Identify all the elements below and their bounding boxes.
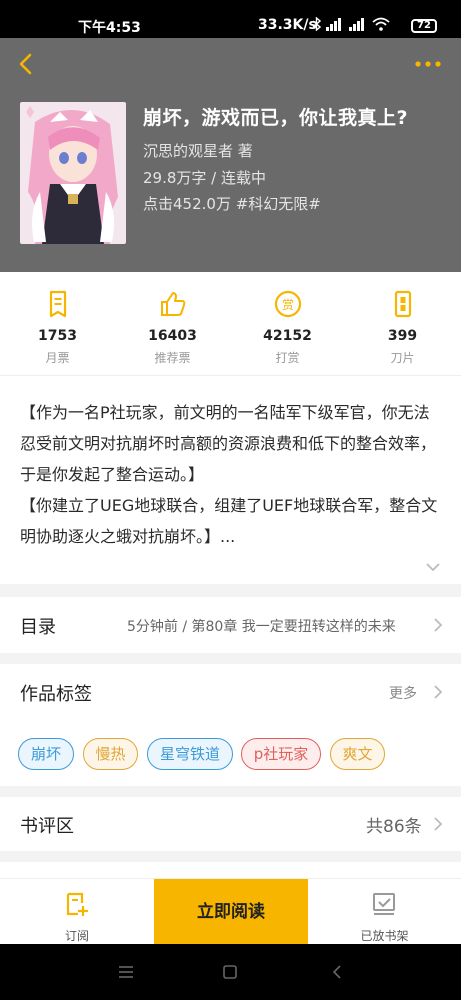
tag-chip[interactable]: 星穹铁道 — [147, 738, 233, 770]
subscribe-icon — [66, 892, 88, 916]
bluetooth-icon — [312, 17, 321, 31]
signal-icon-2 — [349, 18, 364, 31]
status-bar: 下午4:53 33.3K/s 72 — [0, 0, 461, 38]
stat-label: 月票 — [45, 351, 70, 365]
subscribe-label: 订阅 — [64, 929, 89, 943]
system-nav-bar — [0, 944, 461, 1000]
tag-chip[interactable]: 慢热 — [83, 738, 138, 770]
tags-section: 作品标签 更多 — [0, 664, 461, 786]
book-title: 崩坏，游戏而已，你让我真上? — [143, 107, 409, 129]
toc-latest-chapter: 5分钟前 / 第80章 我一定要扭转这样的未来 — [127, 619, 396, 635]
stat-blade[interactable]: 399 刀片 — [345, 272, 460, 376]
stat-monthly-ticket[interactable]: 1753 月票 — [0, 272, 115, 376]
wifi-icon — [372, 17, 390, 31]
chevron-right-icon — [434, 618, 443, 632]
stats-row: 1753 月票 16403 推荐票 赏 42152 打赏 399 刀片 — [0, 272, 461, 376]
book-hero: 崩坏，游戏而已，你让我真上? 沉思的观星者 著 29.8万字 / 连载中 点击4… — [0, 38, 461, 272]
status-icons — [312, 17, 390, 31]
svg-text:赏: 赏 — [282, 298, 294, 312]
bottom-action-bar: 订阅 立即阅读 已放书架 — [0, 878, 461, 945]
tag-chip[interactable]: p社玩家 — [241, 738, 321, 770]
read-now-button[interactable]: 立即阅读 — [154, 879, 308, 945]
synopsis-paragraph-1: 【作为一名P社玩家，前文明的一名陆军下级军官，你无法忍受前文明对抗崩坏时高额的资… — [20, 403, 437, 484]
book-cover-image[interactable] — [20, 102, 126, 244]
stat-label: 打赏 — [275, 351, 300, 365]
bookshelf-label: 已放书架 — [360, 929, 409, 943]
monthly-ticket-icon — [49, 290, 67, 318]
book-words-status: 29.8万字 / 连载中 — [143, 169, 266, 187]
reward-coin-icon: 赏 — [274, 290, 302, 318]
stat-value: 399 — [387, 328, 418, 344]
stat-value: 1753 — [38, 328, 77, 344]
reviews-row[interactable]: 书评区 共86条 — [0, 797, 461, 851]
stat-reward[interactable]: 赏 42152 打赏 — [230, 272, 345, 376]
stat-recommend[interactable]: 16403 推荐票 — [115, 272, 230, 376]
menu-icon[interactable] — [118, 966, 134, 978]
subscribe-button[interactable]: 订阅 — [0, 879, 154, 945]
battery-icon: 72 — [411, 19, 437, 33]
thumbs-up-icon — [161, 292, 186, 316]
book-author[interactable]: 沉思的观星者 著 — [143, 140, 253, 161]
more-dots-icon[interactable] — [414, 60, 442, 68]
back-nav-icon[interactable] — [332, 965, 342, 979]
next-section-peek — [0, 862, 461, 878]
signal-icon — [326, 18, 341, 31]
reviews-count: 共86条 — [366, 817, 422, 837]
tag-chip[interactable]: 崩坏 — [18, 738, 74, 770]
chevron-right-icon[interactable] — [433, 684, 443, 700]
tag-chip[interactable]: 爽文 — [330, 738, 385, 770]
tags-title: 作品标签 — [20, 684, 92, 705]
synopsis-section[interactable]: 【作为一名P社玩家，前文明的一名陆军下级军官，你无法忍受前文明对抗崩坏时高额的资… — [0, 376, 461, 584]
tags-more-link[interactable]: 更多 — [389, 683, 417, 703]
status-time: 下午4:53 — [78, 20, 141, 36]
toc-title: 目录 — [20, 617, 56, 638]
book-clicks-tag: 点击452.0万 #科幻无限# — [143, 195, 321, 213]
status-net-speed: 33.3K/s — [258, 17, 317, 33]
stat-label: 刀片 — [390, 351, 415, 365]
stat-value: 42152 — [263, 328, 312, 344]
blade-icon — [394, 290, 412, 318]
chevron-right-icon — [434, 817, 443, 831]
bookshelf-button[interactable]: 已放书架 — [308, 879, 461, 945]
bookshelf-check-icon — [373, 893, 395, 915]
reviews-title: 书评区 — [20, 816, 74, 837]
expand-chevron-icon[interactable] — [425, 562, 441, 572]
home-icon[interactable] — [223, 965, 237, 979]
stat-label: 推荐票 — [154, 351, 191, 365]
back-chevron-icon[interactable] — [14, 52, 38, 76]
stat-value: 16403 — [148, 328, 197, 344]
toc-row[interactable]: 目录 5分钟前 / 第80章 我一定要扭转这样的未来 — [0, 597, 461, 653]
synopsis-paragraph-2: 【你建立了UEG地球联合，组建了UEF地球联合军，整合文明协助逐火之蛾对抗崩坏。… — [20, 496, 438, 546]
